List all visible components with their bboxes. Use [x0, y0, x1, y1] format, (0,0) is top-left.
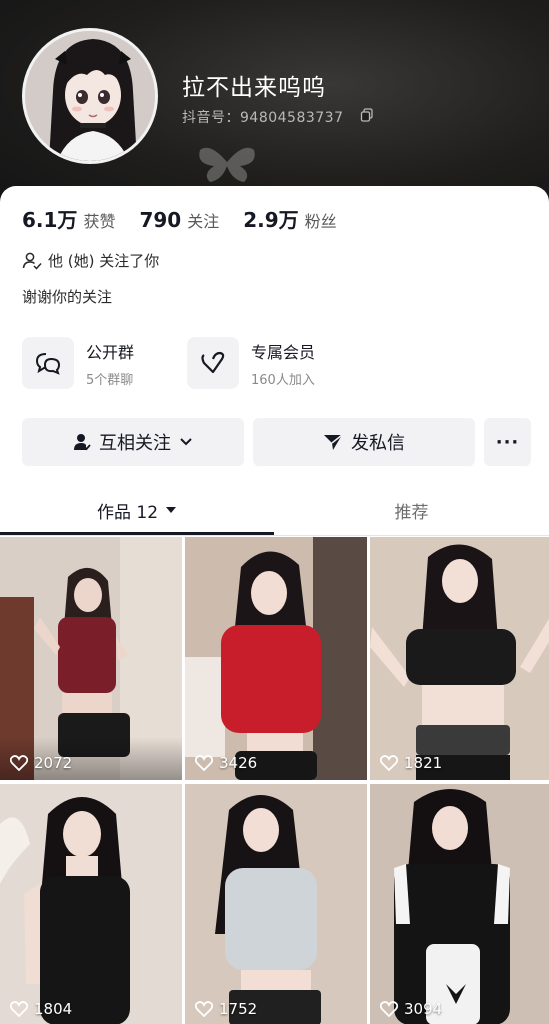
heart-icon — [195, 755, 213, 771]
video-photo — [370, 784, 549, 1024]
stats-row: 6.1万 获赞 790 关注 2.9万 粉丝 — [22, 204, 361, 233]
stat-label: 关注 — [187, 212, 220, 231]
like-count-value: 1804 — [34, 1000, 73, 1018]
like-count: 1821 — [380, 754, 442, 772]
feature-subtitle: 160人加入 — [251, 372, 315, 388]
tab-divider — [0, 535, 549, 536]
mutual-text: 他 (她) 关注了你 — [48, 252, 160, 270]
feature-subtitle: 5个群聊 — [86, 372, 134, 388]
video-photo — [370, 537, 549, 780]
copy-icon[interactable] — [360, 108, 374, 122]
heart-icon — [10, 1001, 28, 1017]
chevron-down-icon — [180, 438, 192, 446]
mutual-follow-button[interactable]: 互相关注 — [22, 418, 244, 466]
stat-following[interactable]: 790 关注 — [139, 208, 219, 232]
like-count-value: 3426 — [219, 754, 258, 772]
stat-followers[interactable]: 2.9万 粉丝 — [243, 204, 336, 233]
video-photo — [185, 784, 367, 1024]
heart-icon — [380, 755, 398, 771]
stat-value: 6.1万 — [22, 208, 78, 232]
like-count-value: 1821 — [404, 754, 443, 772]
video-thumbnail[interactable]: 1752 — [185, 783, 367, 1024]
like-count-value: 3094 — [404, 1000, 443, 1018]
content-tabs: 作品 12 推荐 — [0, 486, 549, 536]
send-message-button[interactable]: 发私信 — [253, 418, 475, 466]
video-thumbnail[interactable]: 1804 — [0, 783, 182, 1024]
message-label: 发私信 — [351, 433, 405, 454]
send-icon — [324, 434, 343, 450]
like-count-value: 1752 — [219, 1000, 258, 1018]
stat-label: 粉丝 — [304, 212, 337, 231]
bio: 谢谢你的关注 — [22, 288, 113, 306]
heart-v-icon — [187, 337, 239, 389]
video-grid: 2072 3426 1821 1804 1752 3094 — [0, 537, 549, 1024]
stat-value: 2.9万 — [243, 208, 299, 232]
chat-bubbles-icon — [22, 337, 74, 389]
follow-label: 互相关注 — [99, 433, 171, 454]
feature-member[interactable]: 专属会员 160人加入 — [187, 337, 315, 389]
more-button[interactable]: ··· — [484, 418, 531, 466]
video-thumbnail[interactable]: 1821 — [370, 537, 549, 780]
caret-down-icon — [166, 507, 177, 513]
video-photo — [0, 784, 182, 1024]
feature-title: 公开群 — [86, 342, 135, 362]
profile-header: 拉不出来呜呜 抖音号：94804583737 — [0, 0, 549, 210]
person-check-icon — [22, 252, 42, 270]
heart-icon — [195, 1001, 213, 1017]
video-thumbnail[interactable]: 3094 — [370, 783, 549, 1024]
like-count: 1804 — [10, 1000, 72, 1018]
feature-public-group[interactable]: 公开群 5个群聊 — [22, 337, 134, 389]
video-thumbnail[interactable]: 2072 — [0, 537, 182, 780]
more-icon: ··· — [495, 431, 520, 453]
douyin-id: 抖音号：94804583737 — [182, 110, 344, 126]
tab-works[interactable]: 作品 12 — [0, 486, 274, 534]
person-icon — [74, 434, 91, 451]
butterfly-icon — [199, 147, 255, 182]
video-photo — [185, 537, 367, 780]
nickname: 拉不出来呜呜 — [182, 75, 326, 101]
heart-icon — [380, 1001, 398, 1017]
stat-label: 获赞 — [83, 212, 116, 231]
stat-likes[interactable]: 6.1万 获赞 — [22, 204, 115, 233]
video-thumbnail[interactable]: 3426 — [185, 537, 367, 780]
like-count: 3094 — [380, 1000, 442, 1018]
avatar[interactable] — [22, 28, 158, 164]
feature-title: 专属会员 — [251, 342, 316, 362]
heart-icon — [10, 755, 28, 771]
like-count: 1752 — [195, 1000, 257, 1018]
mutual-follow-notice: 他 (她) 关注了你 — [22, 250, 159, 271]
tab-works-label: 作品 12 — [96, 502, 159, 523]
tab-recommend-label: 推荐 — [394, 502, 429, 523]
like-count: 2072 — [10, 754, 72, 772]
like-count: 3426 — [195, 754, 257, 772]
tab-recommend[interactable]: 推荐 — [274, 486, 549, 534]
stat-value: 790 — [139, 208, 182, 232]
like-count-value: 2072 — [34, 754, 73, 772]
video-photo — [0, 537, 182, 780]
